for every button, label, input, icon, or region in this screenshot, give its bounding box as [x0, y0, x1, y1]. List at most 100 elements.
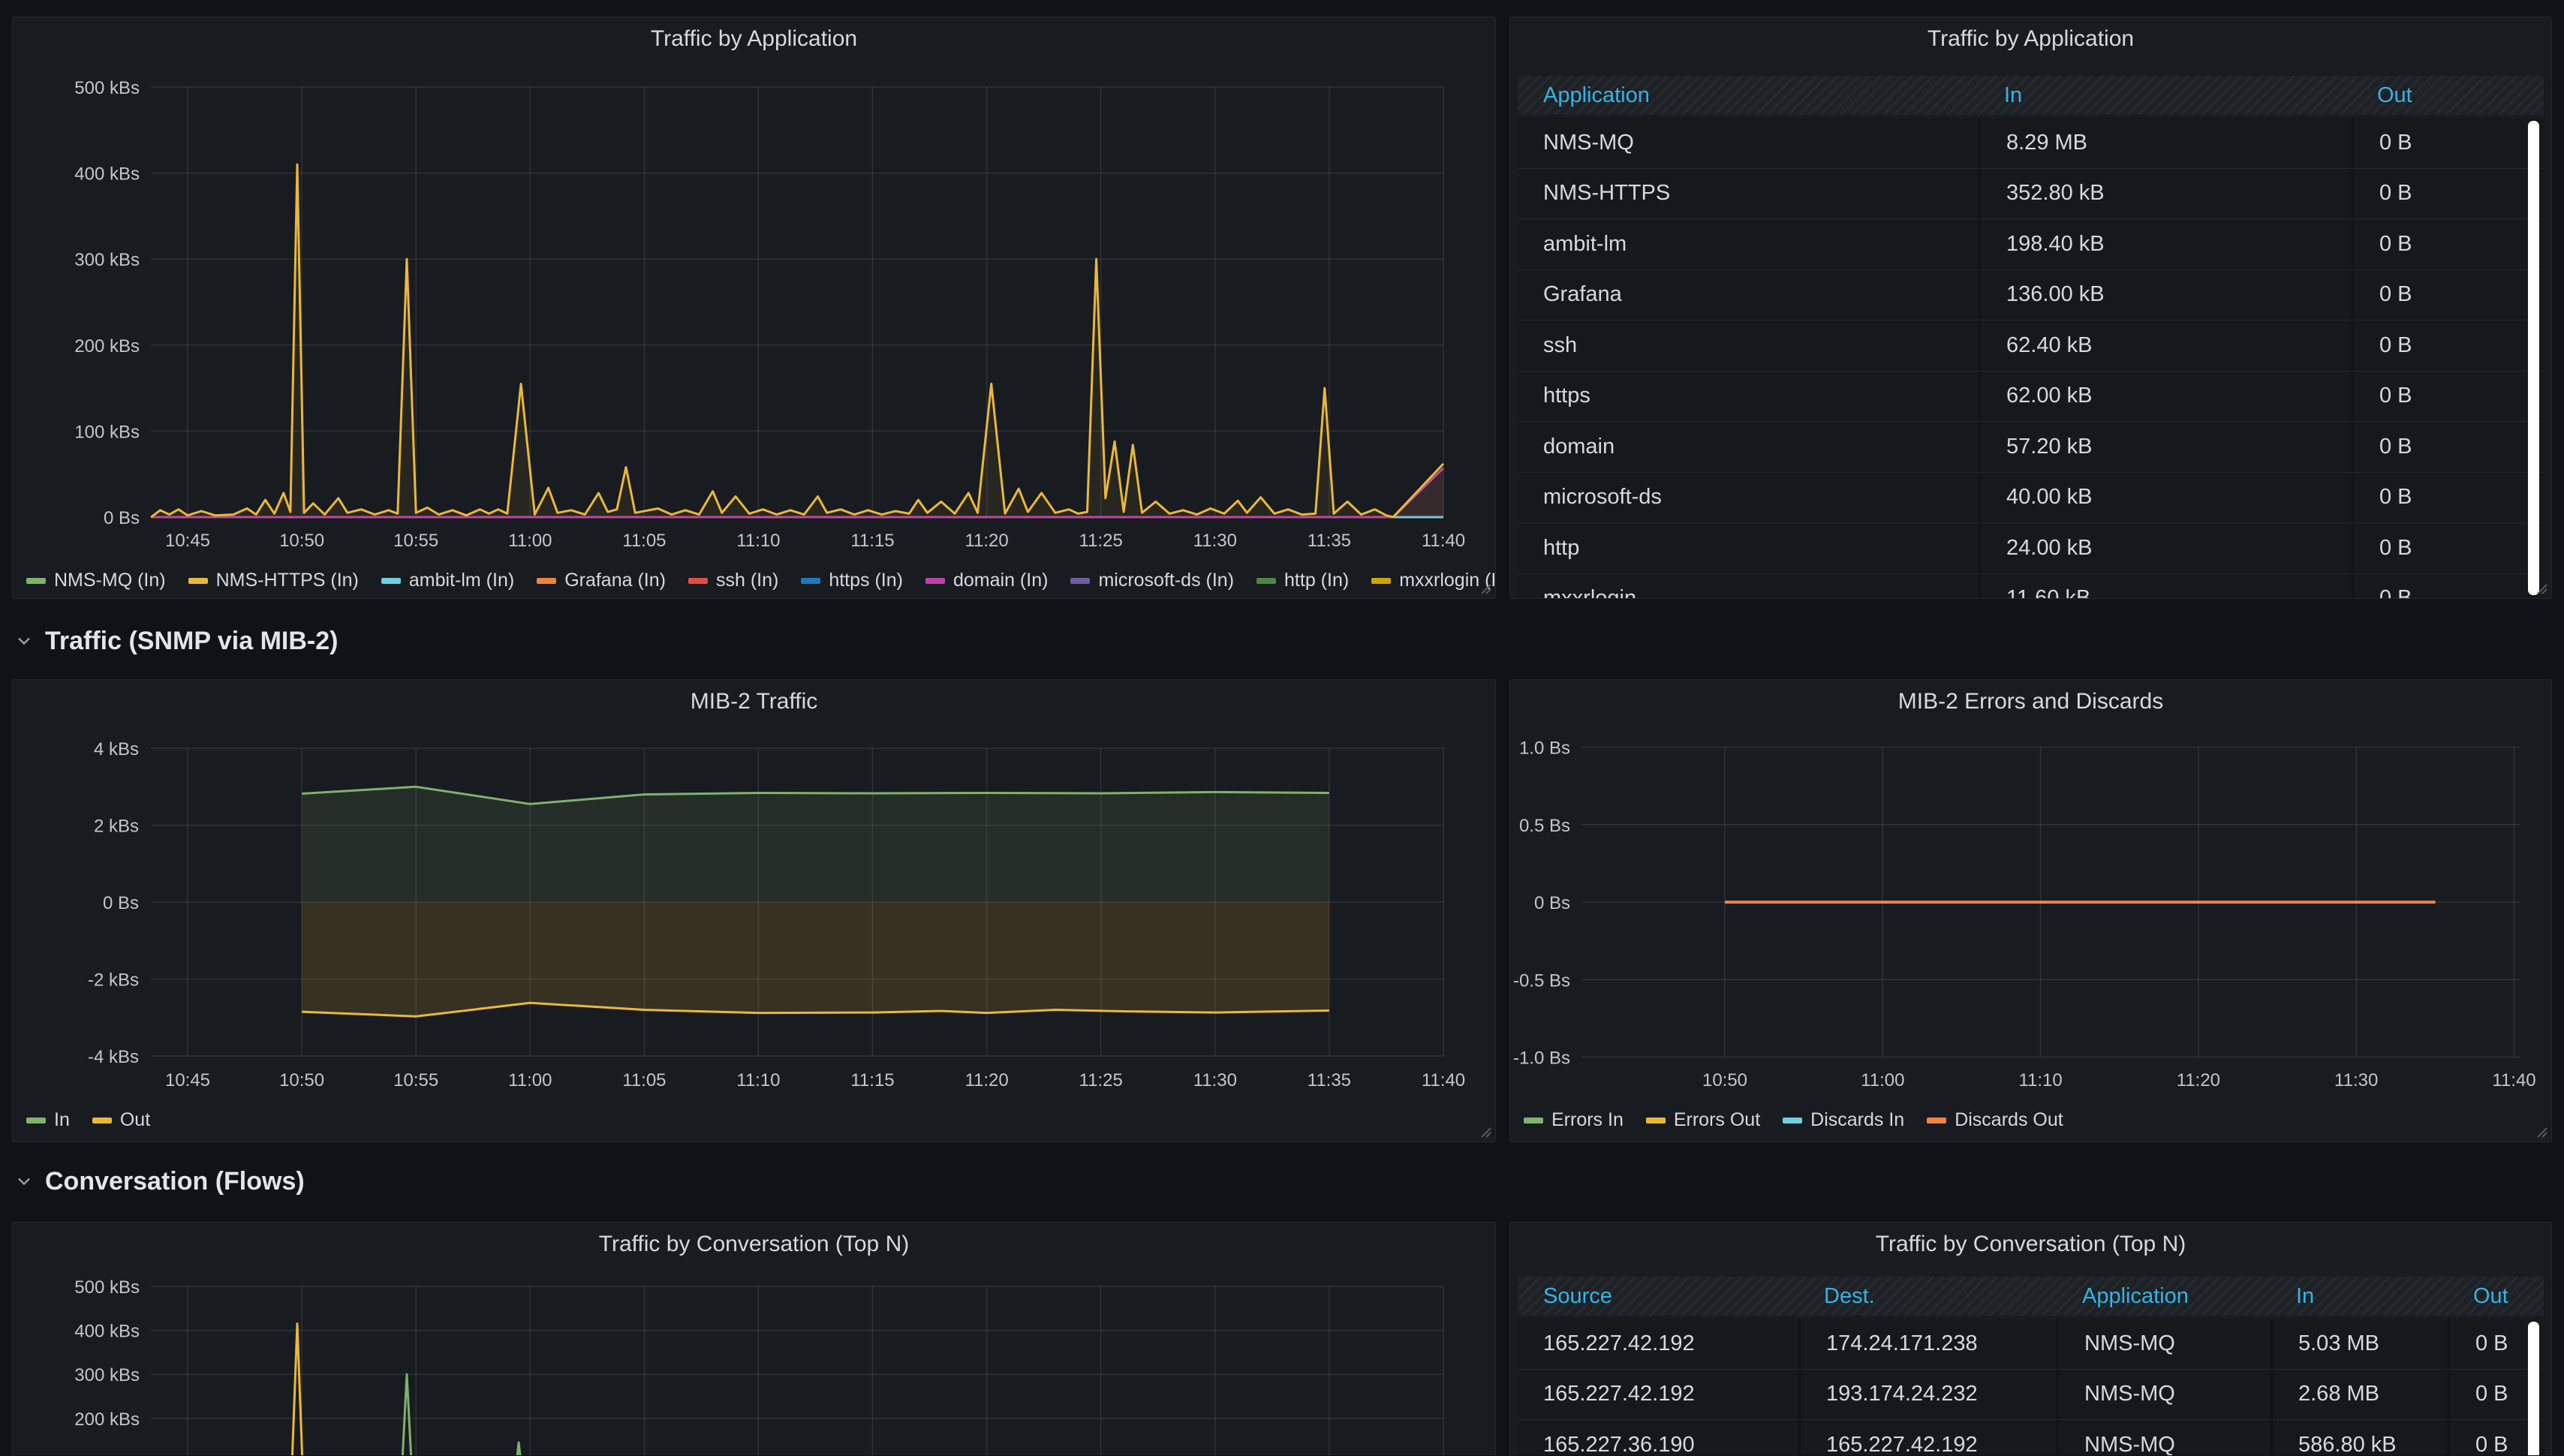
svg-text:2 kBs: 2 kBs: [94, 817, 139, 837]
legend-item-microsoft-ds-in-[interactable]: microsoft-ds (In): [1070, 570, 1234, 591]
legend-label: NMS-HTTPS (In): [215, 570, 359, 591]
table-scrollbar[interactable]: [2528, 1322, 2539, 1455]
table-row: domain 57.20 kB 0 B: [1518, 421, 2544, 472]
svg-text:1.0 Bs: 1.0 Bs: [1519, 739, 1570, 759]
legend-item-mxxrlogin-in-[interactable]: mxxrlogin (In): [1371, 570, 1495, 591]
table-cell: 0 B: [2352, 371, 2550, 421]
legend-item-in[interactable]: In: [26, 1109, 70, 1131]
svg-text:11:00: 11:00: [508, 531, 552, 551]
legend-swatch-icon: [1256, 577, 1277, 584]
panel-traffic-by-conversation-table: Traffic by Conversation (Top N) Source De…: [1509, 1222, 2552, 1455]
legend-swatch-icon: [1371, 577, 1392, 584]
table-row: mxxrlogin 11.60 kB 0 B: [1518, 573, 2544, 599]
svg-text:11:30: 11:30: [2334, 1070, 2378, 1090]
svg-text:10:55: 10:55: [393, 531, 438, 551]
svg-text:11:05: 11:05: [622, 1070, 666, 1090]
table-cell: https: [1543, 384, 1590, 408]
panel-title-traffic-by-application-table[interactable]: Traffic by Application: [1510, 26, 2551, 52]
svg-text:10:55: 10:55: [393, 1070, 438, 1090]
table-scrollbar[interactable]: [2528, 121, 2539, 595]
legend-label: microsoft-ds (In): [1098, 570, 1235, 591]
legend-item-grafana-in-[interactable]: Grafana (In): [537, 570, 666, 591]
column-header-in[interactable]: In: [1979, 83, 2352, 108]
legend-item-out[interactable]: Out: [92, 1109, 150, 1131]
table-row: microsoft-ds 40.00 kB 0 B: [1518, 471, 2544, 522]
svg-text:400 kBs: 400 kBs: [74, 1322, 140, 1342]
panel-title-traffic-by-conversation-table[interactable]: Traffic by Conversation (Top N): [1510, 1232, 2551, 1257]
table-row: https 62.00 kB 0 B: [1518, 370, 2544, 421]
svg-text:11:05: 11:05: [622, 531, 666, 551]
mib2-traffic-chart[interactable]: 4 kBs 2 kBs 0 Bs -2 kBs -4 kBs 10:45 10:50 10:5…: [13, 680, 1495, 1142]
legend-item-nms-https-in-[interactable]: NMS-HTTPS (In): [188, 570, 359, 591]
svg-text:11:15: 11:15: [850, 1070, 894, 1090]
table-row: NMS-MQ 8.29 MB 0 B: [1518, 118, 2544, 168]
legend-item-https-in-[interactable]: https (In): [801, 570, 903, 591]
legend-item-discards-out[interactable]: Discards Out: [1927, 1109, 2063, 1131]
panel-resize-handle[interactable]: [1479, 1125, 1492, 1139]
legend-label: Discards Out: [1955, 1109, 2063, 1130]
svg-text:0 Bs: 0 Bs: [104, 508, 140, 528]
column-header-out[interactable]: Out: [2352, 83, 2550, 108]
legend-swatch-icon: [537, 577, 557, 584]
table-row: http 24.00 kB 0 B: [1518, 522, 2544, 573]
table-cell: 198.40 kB: [1979, 219, 2352, 269]
column-header-out[interactable]: Out: [2448, 1284, 2550, 1309]
table-cell: 0 B: [2352, 573, 2550, 598]
table-cell: Grafana: [1543, 282, 1622, 307]
column-header-application[interactable]: Application: [2057, 1284, 2271, 1309]
chevron-down-icon: [18, 1178, 30, 1186]
legend-swatch-icon: [92, 1117, 112, 1124]
traffic-by-conversation-chart[interactable]: 500 kBs400 kBs300 kBs200 kBs100 kBs0 Bs1…: [13, 1223, 1495, 1455]
table-cell: ssh: [1543, 332, 1578, 357]
svg-text:4 kBs: 4 kBs: [94, 739, 139, 760]
column-header-application[interactable]: Application: [1518, 83, 1979, 108]
legend-item-http-in-[interactable]: http (In): [1256, 570, 1349, 591]
traffic-by-application-chart[interactable]: 500 kBs 400 kBs 300 kBs 200 kBs 100 kBs 0 Bs 1…: [13, 17, 1495, 598]
svg-text:0.5 Bs: 0.5 Bs: [1519, 816, 1570, 836]
column-header-source[interactable]: Source: [1518, 1284, 1798, 1309]
table-cell: 0 B: [2352, 118, 2550, 168]
legend-item-errors-in[interactable]: Errors In: [1524, 1109, 1624, 1131]
legend-label: Discards In: [1810, 1109, 1905, 1130]
svg-text:11:10: 11:10: [2018, 1070, 2062, 1090]
svg-text:11:40: 11:40: [2492, 1070, 2535, 1090]
panel-traffic-by-application-chart: Traffic by Application 500 kBs 400 kBs 300…: [12, 17, 1496, 599]
table-body: NMS-MQ 8.29 MB 0 B NMS-HTTPS 352.80 kB 0 Bamb…: [1518, 118, 2544, 599]
chart-legend: In Out: [26, 1109, 150, 1131]
table-header-row: Source Dest. Application In Out: [1518, 1277, 2544, 1316]
panel-resize-handle[interactable]: [2535, 582, 2548, 595]
legend-item-domain-in-[interactable]: domain (In): [925, 570, 1048, 591]
table-header-row: Application In Out: [1518, 76, 2544, 115]
panel-resize-handle[interactable]: [2535, 1125, 2548, 1139]
legend-swatch-icon: [26, 577, 46, 584]
svg-text:100 kBs: 100 kBs: [74, 1453, 140, 1455]
column-header-in[interactable]: In: [2271, 1284, 2448, 1309]
svg-text:-2 kBs: -2 kBs: [88, 970, 139, 991]
svg-text:11:25: 11:25: [1079, 1070, 1123, 1090]
svg-text:11:20: 11:20: [2177, 1070, 2220, 1090]
panel-traffic-by-application-table: Traffic by Application Application In Out N…: [1509, 17, 2552, 599]
svg-text:11:30: 11:30: [1193, 531, 1237, 551]
table-cell: NMS-MQ: [2057, 1319, 2271, 1369]
section-traffic-snmp-mib2[interactable]: Traffic (SNMP via MIB-2): [14, 624, 338, 657]
column-header-dest-[interactable]: Dest.: [1798, 1284, 2057, 1309]
legend-item-ssh-in-[interactable]: ssh (In): [688, 570, 778, 591]
mib2-errors-discards-chart[interactable]: 1.0 Bs 0.5 Bs 0 Bs -0.5 Bs -1.0 Bs 10:50 11:00…: [1510, 680, 2551, 1142]
legend-swatch-icon: [1927, 1117, 1947, 1124]
section-conversation-flows[interactable]: Conversation (Flows): [14, 1165, 305, 1198]
table-cell: mxxrlogin: [1543, 586, 1637, 599]
legend-item-errors-out[interactable]: Errors Out: [1645, 1109, 1760, 1131]
table-cell: 8.29 MB: [1979, 118, 2352, 168]
table-body: 165.227.42.192 174.24.171.238 NMS-MQ 5.03 M…: [1518, 1319, 2544, 1455]
legend-item-nms-mq-in-[interactable]: NMS-MQ (In): [26, 570, 166, 591]
section-label: Conversation (Flows): [45, 1166, 305, 1196]
panel-resize-handle[interactable]: [1479, 582, 1492, 595]
table-cell: 165.227.42.192: [1798, 1420, 2057, 1455]
traffic-by-application-table: Application In Out NMS-MQ 8.29 MB 0 B NMS-HTTP…: [1518, 76, 2544, 599]
legend-item-discards-in[interactable]: Discards In: [1783, 1109, 1904, 1131]
table-row: NMS-HTTPS 352.80 kB 0 B: [1518, 167, 2544, 218]
svg-text:500 kBs: 500 kBs: [74, 1277, 140, 1298]
table-cell: 57.20 kB: [1979, 422, 2352, 472]
legend-swatch-icon: [688, 577, 708, 584]
legend-item-ambit-lm-in-[interactable]: ambit-lm (In): [381, 570, 514, 591]
